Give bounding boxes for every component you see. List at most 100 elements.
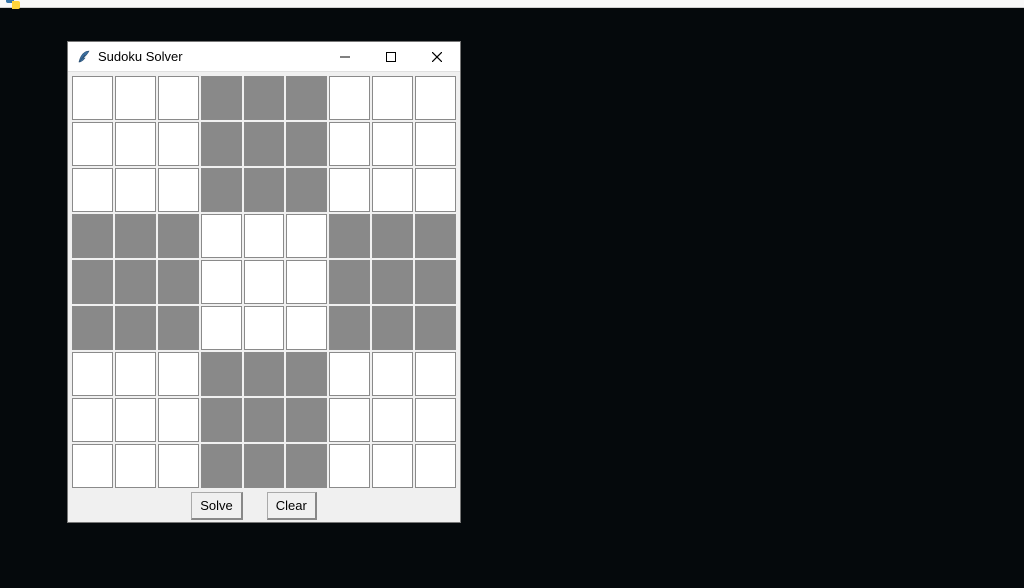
maximize-icon <box>386 52 396 62</box>
cell-2-1[interactable] <box>115 168 156 212</box>
cell-1-4[interactable] <box>244 122 285 166</box>
cell-5-2[interactable] <box>158 306 199 350</box>
cell-4-8[interactable] <box>415 260 456 304</box>
cell-5-7[interactable] <box>372 306 413 350</box>
cell-3-3[interactable] <box>201 214 242 258</box>
cell-7-8[interactable] <box>415 398 456 442</box>
cell-1-5[interactable] <box>286 122 327 166</box>
cell-5-8[interactable] <box>415 306 456 350</box>
cell-4-5[interactable] <box>286 260 327 304</box>
cell-8-6[interactable] <box>329 444 370 488</box>
cell-8-2[interactable] <box>158 444 199 488</box>
cell-0-0[interactable] <box>72 76 113 120</box>
cell-7-1[interactable] <box>115 398 156 442</box>
cell-4-1[interactable] <box>115 260 156 304</box>
cell-7-3[interactable] <box>201 398 242 442</box>
cell-6-2[interactable] <box>158 352 199 396</box>
feather-icon <box>76 49 92 65</box>
cell-7-0[interactable] <box>72 398 113 442</box>
cell-7-4[interactable] <box>244 398 285 442</box>
sudoku-window: Sudoku Solver Solve Clear <box>68 42 460 522</box>
cell-4-2[interactable] <box>158 260 199 304</box>
cell-4-0[interactable] <box>72 260 113 304</box>
cell-2-5[interactable] <box>286 168 327 212</box>
cell-5-6[interactable] <box>329 306 370 350</box>
sudoku-grid <box>68 72 460 488</box>
cell-6-5[interactable] <box>286 352 327 396</box>
cell-7-5[interactable] <box>286 398 327 442</box>
cell-6-1[interactable] <box>115 352 156 396</box>
cell-0-1[interactable] <box>115 76 156 120</box>
minimize-icon <box>340 52 350 62</box>
close-icon <box>432 52 442 62</box>
cell-2-7[interactable] <box>372 168 413 212</box>
cell-0-4[interactable] <box>244 76 285 120</box>
minimize-button[interactable] <box>322 42 368 71</box>
titlebar[interactable]: Sudoku Solver <box>68 42 460 72</box>
cell-3-6[interactable] <box>329 214 370 258</box>
cell-0-6[interactable] <box>329 76 370 120</box>
cell-2-8[interactable] <box>415 168 456 212</box>
cell-8-5[interactable] <box>286 444 327 488</box>
button-row: Solve Clear <box>68 488 460 522</box>
cell-8-3[interactable] <box>201 444 242 488</box>
cell-0-2[interactable] <box>158 76 199 120</box>
window-controls <box>322 42 460 71</box>
cell-1-2[interactable] <box>158 122 199 166</box>
cell-8-7[interactable] <box>372 444 413 488</box>
cell-7-7[interactable] <box>372 398 413 442</box>
cell-2-2[interactable] <box>158 168 199 212</box>
spacer <box>70 490 189 520</box>
cell-3-8[interactable] <box>415 214 456 258</box>
cell-8-0[interactable] <box>72 444 113 488</box>
python-logo-icon <box>6 0 24 13</box>
cell-1-3[interactable] <box>201 122 242 166</box>
cell-5-5[interactable] <box>286 306 327 350</box>
cell-1-8[interactable] <box>415 122 456 166</box>
cell-8-1[interactable] <box>115 444 156 488</box>
cell-1-7[interactable] <box>372 122 413 166</box>
cell-8-8[interactable] <box>415 444 456 488</box>
cell-3-7[interactable] <box>372 214 413 258</box>
cell-1-0[interactable] <box>72 122 113 166</box>
cell-4-4[interactable] <box>244 260 285 304</box>
cell-1-6[interactable] <box>329 122 370 166</box>
cell-6-0[interactable] <box>72 352 113 396</box>
cell-6-8[interactable] <box>415 352 456 396</box>
cell-8-4[interactable] <box>244 444 285 488</box>
cell-5-4[interactable] <box>244 306 285 350</box>
cell-0-7[interactable] <box>372 76 413 120</box>
cell-7-2[interactable] <box>158 398 199 442</box>
close-button[interactable] <box>414 42 460 71</box>
cell-2-4[interactable] <box>244 168 285 212</box>
window-title: Sudoku Solver <box>98 49 322 64</box>
cell-2-6[interactable] <box>329 168 370 212</box>
parent-window-titlebar <box>0 0 1024 8</box>
cell-0-8[interactable] <box>415 76 456 120</box>
cell-6-3[interactable] <box>201 352 242 396</box>
cell-4-6[interactable] <box>329 260 370 304</box>
cell-4-7[interactable] <box>372 260 413 304</box>
cell-0-5[interactable] <box>286 76 327 120</box>
cell-3-5[interactable] <box>286 214 327 258</box>
maximize-button[interactable] <box>368 42 414 71</box>
cell-6-6[interactable] <box>329 352 370 396</box>
cell-1-1[interactable] <box>115 122 156 166</box>
cell-6-4[interactable] <box>244 352 285 396</box>
cell-3-0[interactable] <box>72 214 113 258</box>
solve-button[interactable]: Solve <box>191 492 243 520</box>
cell-2-3[interactable] <box>201 168 242 212</box>
clear-button[interactable]: Clear <box>267 492 317 520</box>
cell-5-3[interactable] <box>201 306 242 350</box>
cell-3-4[interactable] <box>244 214 285 258</box>
cell-2-0[interactable] <box>72 168 113 212</box>
cell-5-0[interactable] <box>72 306 113 350</box>
cell-4-3[interactable] <box>201 260 242 304</box>
cell-6-7[interactable] <box>372 352 413 396</box>
cell-0-3[interactable] <box>201 76 242 120</box>
cell-7-6[interactable] <box>329 398 370 442</box>
cell-5-1[interactable] <box>115 306 156 350</box>
spacer <box>339 490 458 520</box>
cell-3-1[interactable] <box>115 214 156 258</box>
cell-3-2[interactable] <box>158 214 199 258</box>
